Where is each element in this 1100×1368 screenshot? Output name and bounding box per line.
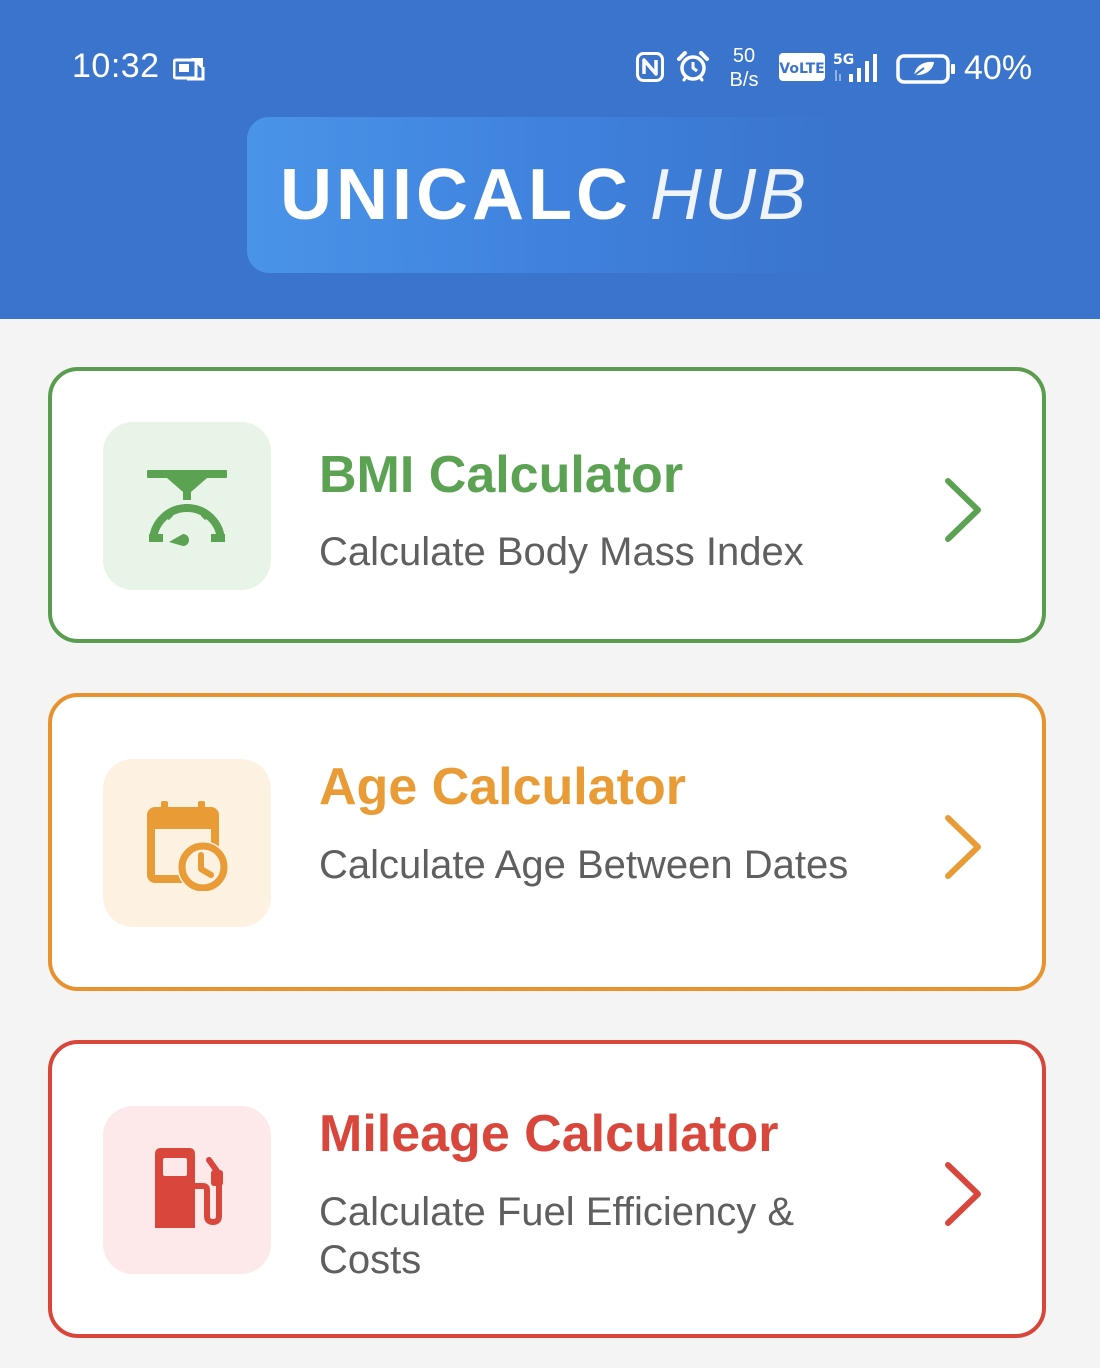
app-title-secondary: HUB: [649, 155, 808, 235]
chevron-right-icon: [940, 477, 984, 548]
network-speed: 50 B/s: [724, 44, 764, 92]
alarm-icon: [676, 51, 710, 88]
scale-icon: [147, 470, 227, 546]
card-subtitle: Calculate Body Mass Index: [319, 530, 804, 574]
network-speed-unit: B/s: [729, 69, 759, 91]
network-type-label: 5G: [833, 52, 854, 68]
network-speed-value: 50: [732, 45, 756, 67]
app-title-primary: UNICALC: [280, 155, 632, 235]
card-title: Age Calculator: [319, 758, 686, 816]
age-icon-tile: [103, 759, 271, 927]
message-notification-icon: [172, 55, 205, 86]
app-title: UNICALC HUB: [280, 152, 808, 238]
card-subtitle: Calculate Age Between Dates: [319, 843, 849, 887]
volte-label: VoLTE: [779, 61, 824, 77]
signal-strength-icon: 5G: [833, 50, 885, 89]
status-time: 10:32: [72, 47, 160, 85]
card-title: Mileage Calculator: [319, 1105, 779, 1163]
status-bar: 10:32 50 B/s VoLTE 5G 40%: [0, 0, 1100, 110]
fuel-pump-icon: [155, 1148, 223, 1228]
chevron-right-icon: [940, 1161, 984, 1232]
age-calculator-card[interactable]: Age Calculator Calculate Age Between Dat…: [48, 693, 1046, 991]
chevron-right-icon: [940, 814, 984, 885]
mileage-icon-tile: [103, 1106, 271, 1274]
volte-icon: VoLTE: [779, 52, 825, 87]
bmi-icon-tile: [103, 422, 271, 590]
mileage-calculator-card[interactable]: Mileage Calculator Calculate Fuel Effici…: [48, 1040, 1046, 1338]
app-header: 10:32 50 B/s VoLTE 5G 40% UNICALC HUB: [0, 0, 1100, 319]
nfc-icon: [636, 52, 664, 87]
card-title: BMI Calculator: [319, 446, 684, 504]
battery-icon: [896, 54, 956, 89]
card-subtitle: Calculate Fuel Efficiency & Costs: [319, 1190, 795, 1282]
bmi-calculator-card[interactable]: BMI Calculator Calculate Body Mass Index: [48, 367, 1046, 643]
calendar-clock-icon: [147, 801, 229, 891]
battery-percent: 40%: [964, 49, 1033, 87]
